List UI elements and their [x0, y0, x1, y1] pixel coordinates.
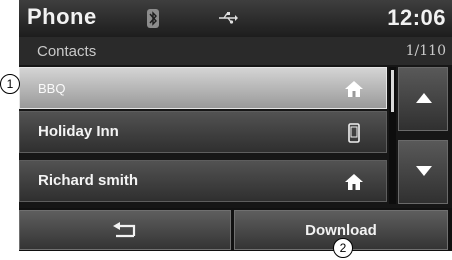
callout-marker-1: 1 — [0, 74, 20, 94]
contact-name: Richard smith — [38, 172, 139, 189]
usb-icon — [219, 12, 238, 24]
callout-marker-2: 2 — [333, 238, 353, 258]
arrow-up-icon — [416, 93, 432, 103]
contacts-title: Contacts — [37, 43, 97, 60]
contacts-header: Contacts 1/110 — [19, 37, 452, 65]
arrow-down-icon — [416, 166, 432, 176]
home-icon — [345, 174, 363, 190]
contact-row-bbq[interactable]: BBQ — [19, 67, 387, 109]
contact-name: Holiday Inn — [38, 123, 119, 140]
clock-time: 12:06 — [387, 5, 446, 30]
phone-contacts-screen: Phone 12:06 Contacts 1/110 BBQ Holiday I… — [0, 0, 452, 260]
contact-count: 1/110 — [405, 43, 446, 59]
scroll-down-button[interactable] — [398, 140, 448, 204]
contact-name: BBQ — [38, 81, 66, 96]
status-bar: Phone 12:06 — [19, 0, 452, 37]
home-icon — [345, 81, 363, 97]
back-arrow-icon — [113, 222, 136, 238]
contact-row-holiday-inn[interactable]: Holiday Inn — [19, 111, 387, 153]
contact-row-richard-smith[interactable]: Richard smith — [19, 160, 387, 202]
back-button[interactable] — [19, 210, 231, 250]
scroll-up-button[interactable] — [398, 67, 448, 131]
bluetooth-icon — [147, 9, 159, 28]
download-label: Download — [305, 222, 377, 239]
status-title: Phone — [27, 4, 97, 29]
mobile-phone-icon — [348, 123, 360, 143]
scrollbar-thumb[interactable] — [391, 70, 394, 112]
